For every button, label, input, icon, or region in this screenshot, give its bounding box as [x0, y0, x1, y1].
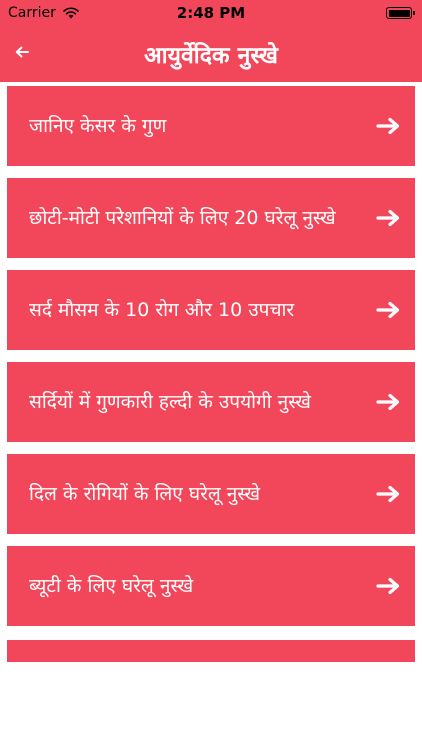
list-item-label: ब्यूटी के लिए घरेलू नुस्खे — [29, 575, 194, 597]
list-item[interactable]: छोटी-मोटी परेशानियों के लिए 20 घरेलू नुस… — [7, 178, 415, 258]
status-bar: Carrier 2:48 PM — [0, 0, 422, 26]
list-item[interactable]: ब्यूटी के लिए घरेलू नुस्खे — [7, 546, 415, 626]
list-item[interactable]: सर्द मौसम के 10 रोग और 10 उपचार — [7, 270, 415, 350]
arrow-right-icon — [376, 117, 400, 135]
arrow-right-icon — [376, 301, 400, 319]
list-item-label: सर्द मौसम के 10 रोग और 10 उपचार — [29, 299, 295, 321]
arrow-right-icon — [376, 393, 400, 411]
arrow-right-icon — [376, 485, 400, 503]
arrow-right-icon — [376, 577, 400, 595]
status-time: 2:48 PM — [176, 4, 246, 22]
nav-bar: आयुर्वेदिक नुस्खे — [0, 26, 422, 82]
page-title: आयुर्वेदिक नुस्खे — [144, 43, 278, 69]
arrow-right-icon — [376, 209, 400, 227]
list-item[interactable]: जानिए केसर के गुण — [7, 86, 415, 166]
list-item-label: सर्दियों में गुणकारी हल्दी के उपयोगी नुस… — [29, 391, 311, 413]
battery-icon — [386, 7, 415, 19]
list-item[interactable]: दिल के रोगियों के लिए घरेलू नुस्खे — [7, 454, 415, 534]
list-item-partial[interactable] — [7, 640, 415, 662]
list-item-label: छोटी-मोटी परेशानियों के लिए 20 घरेलू नुस… — [29, 207, 336, 229]
list-item[interactable]: सर्दियों में गुणकारी हल्दी के उपयोगी नुस… — [7, 362, 415, 442]
app-header: Carrier 2:48 PM आयुर्वेदिक नुस्खे — [0, 0, 422, 82]
list-item-label: जानिए केसर के गुण — [29, 115, 167, 137]
list-item-label: दिल के रोगियों के लिए घरेलू नुस्खे — [29, 483, 261, 505]
